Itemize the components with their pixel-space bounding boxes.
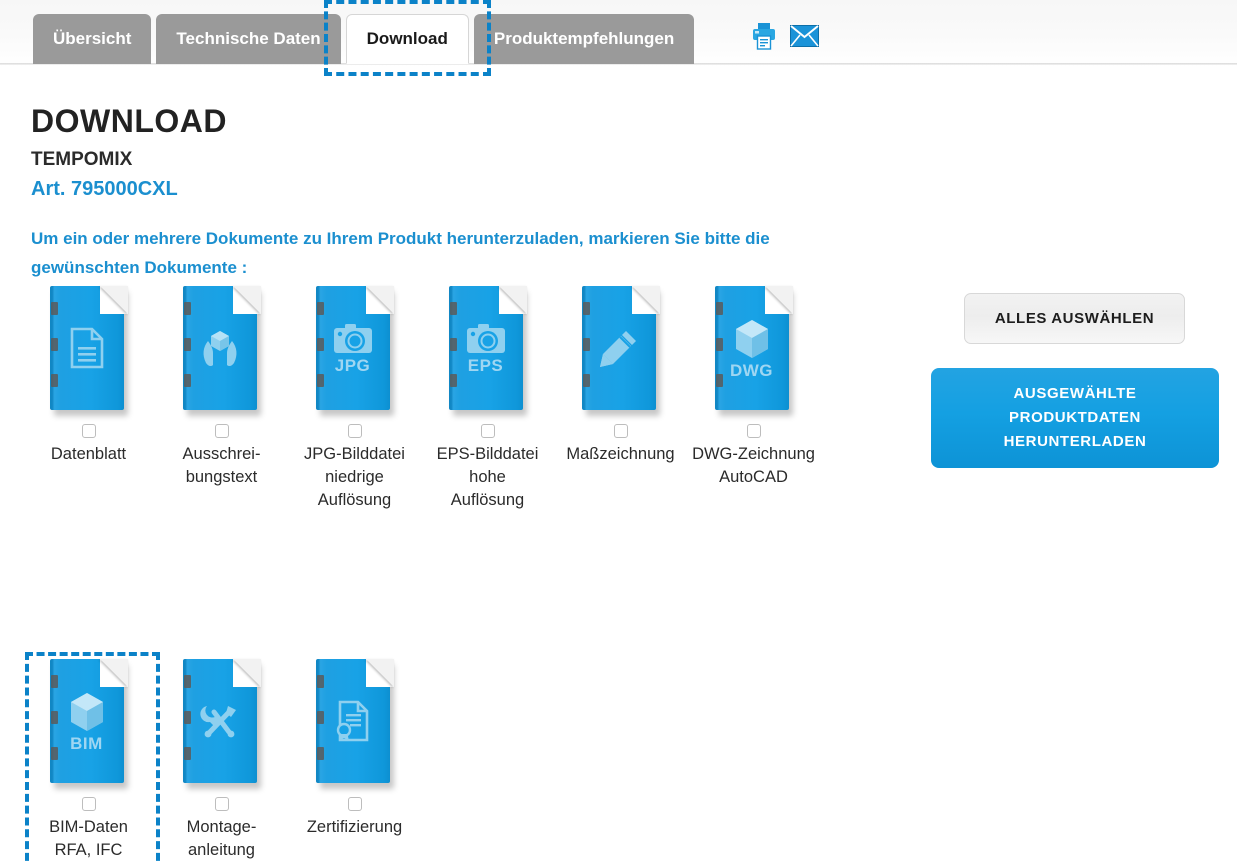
tab-bar: Übersicht Technische Daten Download Prod… [0, 0, 1237, 76]
checkbox-datenblatt[interactable] [81, 424, 96, 438]
document-grid: Datenblatt Ausschrei- bungstext JPG JPG-… [22, 286, 862, 862]
pencil-icon [581, 286, 660, 416]
download-page: Übersicht Technische Daten Download Prod… [0, 0, 1237, 862]
file-extension-label: EPS [467, 355, 504, 375]
tab-list: Übersicht Technische Daten Download Prod… [33, 0, 699, 76]
envelope-icon[interactable] [790, 25, 819, 47]
cube-icon: BIM [49, 659, 128, 789]
checkbox-dwg[interactable] [746, 424, 761, 438]
document-item-zertifizierung[interactable]: Zertifizierung [288, 659, 421, 839]
tab-download-wrapper: Download [323, 0, 491, 76]
side-actions: ALLES AUSWÄHLEN AUSGEWÄHLTE PRODUKTDATEN… [931, 293, 1219, 468]
document-label: Montage- anleitung [186, 818, 257, 859]
download-selected-button[interactable]: AUSGEWÄHLTE PRODUKTDATEN HERUNTERLADEN [931, 368, 1219, 468]
camera-icon: EPS [448, 286, 527, 416]
page-title: DOWNLOAD [31, 103, 227, 139]
checkbox-ausschreibungstext[interactable] [214, 424, 229, 438]
document-item-jpg[interactable]: JPG JPG-Bilddatei niedrige Auflösung [288, 286, 421, 512]
checkbox-montageanleitung[interactable] [214, 797, 229, 811]
document-item-ausschreibungstext[interactable]: Ausschrei- bungstext [155, 286, 288, 489]
document-label: DWG-Zeichnung AutoCAD [692, 445, 815, 486]
file-extension-label: DWG [729, 360, 774, 380]
checkbox-zertifizierung[interactable] [347, 797, 362, 811]
document-item-dwg[interactable]: DWG DWG-Zeichnung AutoCAD [687, 286, 820, 489]
tab-technische-daten[interactable]: Technische Daten [156, 14, 341, 64]
checkbox-bim[interactable] [81, 797, 96, 811]
article-number: Art. 795000CXL [31, 178, 178, 200]
header-action-icons [751, 22, 819, 50]
printer-icon[interactable] [751, 22, 777, 50]
tools-icon [182, 659, 261, 789]
main-content: DOWNLOAD TEMPOMIX Art. 795000CXL Um ein … [0, 68, 1237, 862]
document-row-2: BIM BIM-Daten RFA, IFC Montage- anleitun… [22, 652, 862, 862]
checkbox-jpg[interactable] [347, 424, 362, 438]
document-label: JPG-Bilddatei niedrige Auflösung [304, 445, 405, 509]
select-all-button[interactable]: ALLES AUSWÄHLEN [964, 293, 1185, 344]
document-label: Ausschrei- bungstext [182, 445, 261, 486]
cube-icon: DWG [714, 286, 793, 416]
checkbox-masszeichnung[interactable] [613, 424, 628, 438]
document-item-montageanleitung[interactable]: Montage- anleitung [155, 659, 288, 862]
document-label: Datenblatt [50, 445, 127, 463]
document-item-datenblatt[interactable]: Datenblatt [22, 286, 155, 466]
document-label: Maßzeichnung [566, 445, 675, 463]
document-row-1: Datenblatt Ausschrei- bungstext JPG JPG-… [22, 286, 862, 512]
document-label: Zertifizierung [306, 818, 403, 836]
tab-download[interactable]: Download [345, 14, 469, 64]
file-extension-label: BIM [70, 733, 103, 753]
document-label: BIM-Daten RFA, IFC [49, 818, 128, 859]
document-item-bim[interactable]: BIM BIM-Daten RFA, IFC [22, 652, 160, 862]
certificate-icon [315, 659, 394, 789]
checkbox-eps[interactable] [480, 424, 495, 438]
tab-produktempfehlungen[interactable]: Produktempfehlungen [473, 14, 695, 64]
hands-cube-icon [182, 286, 261, 416]
file-extension-label: JPG [334, 355, 371, 375]
document-label: EPS-Bilddatei hohe Auflösung [436, 445, 539, 509]
document-item-masszeichnung[interactable]: Maßzeichnung [554, 286, 687, 466]
product-name: TEMPOMIX [31, 149, 133, 170]
instructions-text: Um ein oder mehrere Dokumente zu Ihrem P… [31, 229, 770, 277]
document-item-eps[interactable]: EPS EPS-Bilddatei hohe Auflösung [421, 286, 554, 512]
document-lines-icon [49, 286, 128, 416]
camera-icon: JPG [315, 286, 394, 416]
tab-uebersicht[interactable]: Übersicht [33, 14, 152, 64]
